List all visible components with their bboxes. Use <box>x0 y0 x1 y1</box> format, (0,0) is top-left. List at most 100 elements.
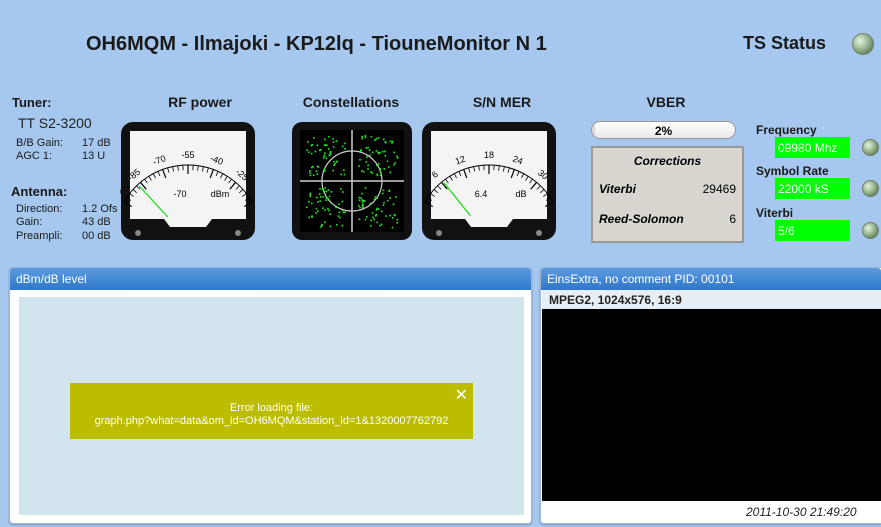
constellation-point <box>329 225 332 228</box>
constellation-point <box>322 195 324 198</box>
constellation-point <box>314 150 317 153</box>
constellation-point <box>377 208 380 210</box>
constellation-point <box>375 150 378 152</box>
constellation-point <box>361 204 364 207</box>
constellation-point <box>316 173 319 175</box>
constellation-point <box>341 224 344 227</box>
constellation-point <box>366 156 368 158</box>
constellation-point <box>323 221 326 224</box>
corrections-viterbi-label: Viterbi <box>599 182 636 196</box>
constellation-point <box>308 201 310 203</box>
constellation-point <box>306 149 308 151</box>
constellation-point <box>394 162 396 164</box>
constellation-point <box>379 168 382 170</box>
constellation-point <box>391 217 394 219</box>
constellation-point <box>376 164 378 167</box>
constellation-point <box>319 196 322 198</box>
constellation-point <box>364 136 367 139</box>
constellation-point <box>332 146 335 148</box>
constellation-point <box>376 174 379 177</box>
rf-power-title: RF power <box>168 94 232 110</box>
constellation-point <box>343 173 346 176</box>
sn-mer-tick-label: 18 <box>484 150 494 160</box>
constellation-point <box>366 216 368 218</box>
constellation-point <box>306 141 309 143</box>
constellation-point <box>324 193 327 195</box>
constellation-point <box>383 168 386 170</box>
constellation-point <box>332 141 335 143</box>
constellations-title: Constellations <box>302 94 400 110</box>
vber-percent: 2% <box>654 124 673 138</box>
rf-power-meter: -100-85-70-55-40-25-10 -70 dBm <box>120 122 256 240</box>
constellation-point <box>311 143 314 146</box>
constellation-point <box>373 198 376 200</box>
constellation-point <box>325 197 327 199</box>
bb-gain-label: B/B Gain: <box>16 137 64 149</box>
constellation-point <box>386 199 389 202</box>
constellation-point <box>368 149 371 151</box>
bb-gain-value: 17 dB <box>82 137 111 149</box>
constellation-point <box>383 201 385 204</box>
constellation-point <box>315 170 318 172</box>
graph-panel: dBm/dB level Error loading file: graph.p… <box>9 267 532 524</box>
constellation-point <box>309 192 312 195</box>
constellation-point <box>370 219 373 222</box>
constellation-point <box>335 140 338 142</box>
constellation-point <box>362 170 365 173</box>
constellation-point <box>312 174 315 177</box>
constellation-point <box>342 211 345 214</box>
constellation-point <box>338 211 341 214</box>
constellation-point <box>335 160 338 163</box>
constellation-point <box>317 201 319 203</box>
constellation-point <box>380 210 383 213</box>
constellation-point <box>364 187 367 189</box>
constellation-point <box>365 161 367 163</box>
constellation-point <box>389 197 391 199</box>
constellation-point <box>309 195 312 198</box>
constellation-point <box>358 205 360 207</box>
preampli-label: Preampli: <box>16 230 63 242</box>
direction-value: 1.2 Ofs <box>82 203 118 215</box>
constellation-point <box>382 138 385 141</box>
constellation-point <box>362 203 364 206</box>
constellation-point <box>319 200 321 203</box>
constellation-point <box>389 214 391 217</box>
constellation-point <box>341 145 344 148</box>
constellation-point <box>307 151 310 154</box>
constellation-point <box>332 169 335 172</box>
error-line-1: Error loading file: <box>229 402 314 414</box>
constellation-point <box>332 138 334 140</box>
constellation-point <box>338 203 340 206</box>
constellation-point <box>330 202 333 204</box>
constellation-point <box>323 154 326 157</box>
constellation-point <box>395 196 397 198</box>
constellation-point <box>386 160 389 163</box>
constellation-point <box>308 216 311 219</box>
constellation-point <box>327 198 330 200</box>
constellation-point <box>379 174 382 177</box>
constellation-point <box>327 208 329 210</box>
tuner-label: Tuner: <box>12 95 52 110</box>
constellation-point <box>358 165 360 167</box>
constellation-point <box>358 218 361 221</box>
constellation-point <box>336 223 338 226</box>
constellation-point <box>382 189 385 192</box>
corrections-reed-solomon-label: Reed-Solomon <box>599 212 684 226</box>
video-timestamp: 2011-10-30 21:49:20 <box>746 505 857 519</box>
constellation-point <box>364 218 367 221</box>
constellation-point <box>324 152 326 155</box>
constellation-point <box>306 206 308 209</box>
constellation-point <box>379 171 382 173</box>
constellation-point <box>376 197 379 199</box>
constellation-point <box>373 218 375 221</box>
corrections-row-reed-solomon: Reed-Solomon 6 <box>599 212 736 226</box>
video-player[interactable] <box>542 309 881 501</box>
viterbi-value: 5/6 <box>775 220 850 241</box>
viterbi-label: Viterbi <box>756 206 794 220</box>
sn-mer-value: 6.4 <box>475 189 488 199</box>
antenna-label: Antenna: <box>11 184 68 199</box>
constellation-point <box>372 216 374 219</box>
constellation-point <box>384 150 386 153</box>
constellation-point <box>393 163 395 166</box>
close-icon[interactable]: ✕ <box>455 385 468 405</box>
